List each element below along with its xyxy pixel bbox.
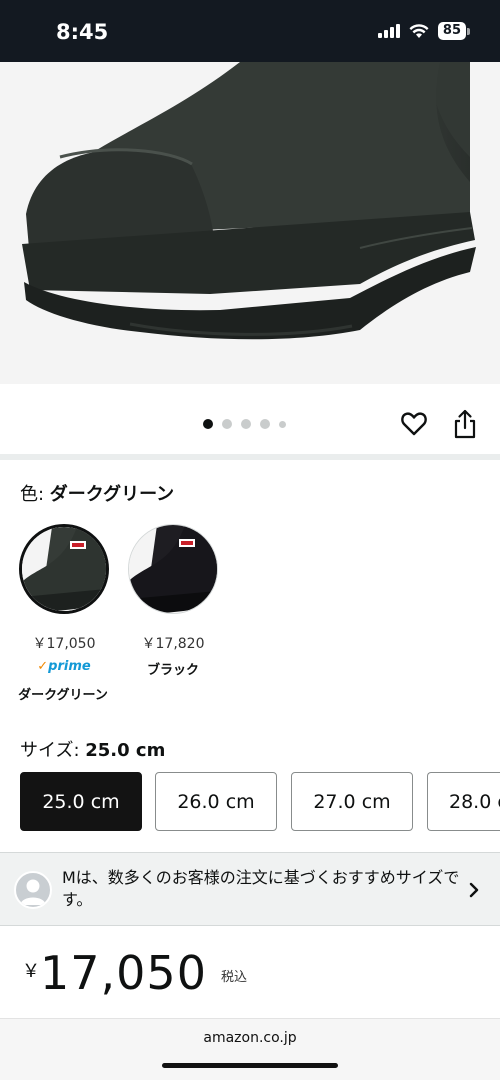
cellular-signal-icon xyxy=(377,24,400,38)
price-tax-note: 税込 xyxy=(221,970,248,985)
size-option-26[interactable]: 26.0 cm xyxy=(155,772,277,831)
color-swatch-dark-green[interactable] xyxy=(19,524,109,614)
share-icon[interactable] xyxy=(452,409,478,439)
pagination-dot[interactable] xyxy=(222,419,232,429)
size-recommendation-banner[interactable]: Mは、数多くのお客様の注文に基づくおすすめサイズです。 xyxy=(0,852,500,926)
chevron-right-icon[interactable] xyxy=(466,880,482,900)
size-label-key: サイズ: xyxy=(20,740,86,761)
size-option-25[interactable]: 25.0 cm xyxy=(20,772,142,831)
pagination-dot[interactable] xyxy=(260,419,270,429)
battery-level: 85 xyxy=(437,22,466,40)
price-currency: ￥ xyxy=(22,961,40,982)
heart-icon[interactable] xyxy=(400,410,428,438)
pagination-dot[interactable] xyxy=(241,419,251,429)
status-icons: 85 xyxy=(377,22,470,40)
battery-icon: 85 xyxy=(437,22,470,40)
browser-url-bar[interactable] xyxy=(0,1018,500,1080)
boot-thumbnail xyxy=(22,527,106,611)
size-option-27[interactable]: 27.0 cm xyxy=(291,772,413,831)
size-recommendation-text: Mは、数多くのお客様の注文に基づくおすすめサイズです。 xyxy=(62,868,460,909)
size-label: サイズ: 25.0 cm xyxy=(20,736,165,762)
boot-illustration xyxy=(22,62,476,340)
color-label-key: 色: xyxy=(20,484,50,505)
wifi-icon xyxy=(409,23,429,38)
size-selected-value: 25.0 cm xyxy=(85,740,166,761)
price-amount: 17,050 xyxy=(40,946,207,1000)
color-option-price: ￥17,050 xyxy=(32,636,96,652)
pagination-dot[interactable] xyxy=(279,420,286,428)
color-selected-value: ダークグリーン xyxy=(49,484,175,505)
home-indicator[interactable] xyxy=(162,1063,338,1068)
product-image[interactable] xyxy=(0,62,500,384)
color-option-price: ￥17,820 xyxy=(141,636,205,652)
boot-thumbnail xyxy=(129,525,217,613)
prime-badge: ✓prime xyxy=(37,659,91,674)
color-swatch-black[interactable] xyxy=(128,524,218,614)
color-label: 色: ダークグリーン xyxy=(20,480,174,506)
section-divider xyxy=(0,454,500,460)
color-option-name: ブラック xyxy=(146,663,199,678)
color-option-name: ダークグリーン xyxy=(18,688,108,703)
prime-check-icon: ✓ xyxy=(37,659,49,674)
status-time: 8:45 xyxy=(56,20,109,44)
image-pagination[interactable] xyxy=(203,419,286,429)
browser-url[interactable]: amazon.co.jp xyxy=(0,1030,500,1046)
user-avatar-icon xyxy=(14,871,52,909)
pagination-dot[interactable] xyxy=(203,419,213,429)
status-bar: 8:45 85 xyxy=(0,0,500,62)
size-option-28[interactable]: 28.0 cm xyxy=(427,772,500,831)
